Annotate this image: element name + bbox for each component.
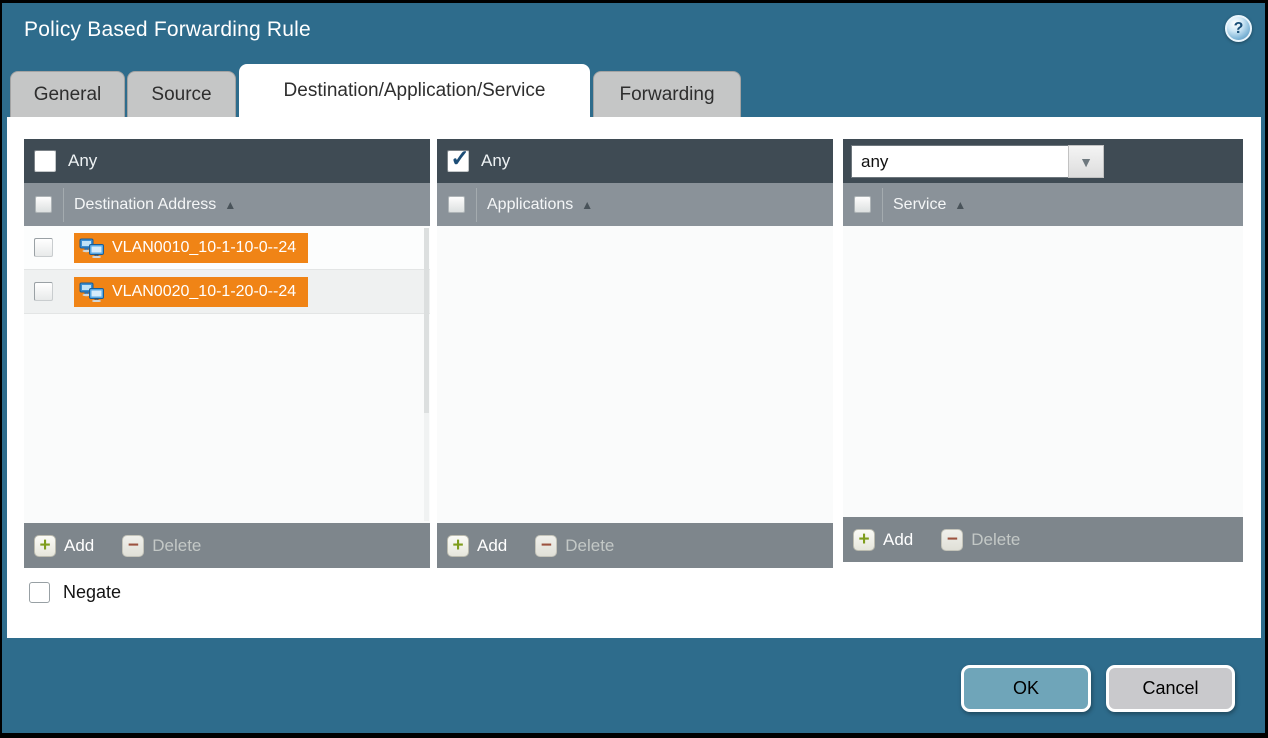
header-divider [63,188,64,222]
destination-header-label[interactable]: Destination Address [74,196,216,214]
screen: Policy Based Forwarding Rule ? General S… [0,0,1268,738]
cancel-button[interactable]: Cancel [1106,665,1235,712]
destination-footer: + Add − Delete [24,523,430,568]
service-add-button[interactable]: + Add [853,529,913,551]
pbf-rule-dialog: Policy Based Forwarding Rule ? General S… [2,3,1265,733]
service-dropdown-bar: ▼ [843,139,1243,183]
scrollbar[interactable] [424,228,429,521]
destination-list: VLAN0010_10-1-10-0--24 [24,226,430,523]
destination-delete-button[interactable]: − Delete [122,535,201,557]
plus-icon: + [853,529,875,551]
destination-any-bar: Any [24,139,430,183]
destination-column: Any Destination Address ▲ [24,139,430,568]
address-label: VLAN0020_10-1-20-0--24 [112,283,296,301]
negate-label: Negate [63,582,121,603]
sort-asc-icon[interactable]: ▲ [954,198,966,212]
applications-any-label: Any [481,151,510,171]
chevron-down-icon: ▼ [1079,154,1093,170]
tab-bar: General Source Destination/Application/S… [2,64,1265,117]
check-icon: ✓ [450,147,469,170]
content-panel: Any Destination Address ▲ [7,117,1261,638]
service-dropdown-input[interactable] [851,145,1068,178]
applications-header-label[interactable]: Applications [487,196,573,214]
applications-add-button[interactable]: + Add [447,535,507,557]
address-object-tag[interactable]: VLAN0020_10-1-20-0--24 [74,277,308,307]
header-divider [476,188,477,222]
dialog-title: Policy Based Forwarding Rule [24,18,311,42]
negate-checkbox[interactable] [29,582,50,603]
ok-button[interactable]: OK [961,665,1091,712]
header-divider [882,188,883,222]
destination-any-label: Any [68,151,97,171]
sort-asc-icon[interactable]: ▲ [224,198,236,212]
destination-select-all-checkbox[interactable] [35,196,52,213]
applications-delete-button[interactable]: − Delete [535,535,614,557]
minus-icon: − [941,529,963,551]
applications-footer: + Add − Delete [437,523,833,568]
service-column: ▼ Service ▲ + Add − [843,139,1243,562]
tab-source[interactable]: Source [127,71,236,117]
dropdown-arrow-button[interactable]: ▼ [1068,145,1104,178]
service-combo: ▼ [851,145,1104,178]
minus-icon: − [122,535,144,557]
scrollbar-thumb[interactable] [424,228,429,413]
table-row[interactable]: VLAN0020_10-1-20-0--24 [24,270,430,314]
destination-add-button[interactable]: + Add [34,535,94,557]
network-icon [79,282,105,302]
applications-select-all-checkbox[interactable] [448,196,465,213]
service-header-label[interactable]: Service [893,196,946,214]
negate-row: Negate [29,582,121,603]
service-header-row: Service ▲ [843,183,1243,226]
row-checkbox[interactable] [34,282,53,301]
applications-column: ✓ Any Applications ▲ + Add [437,139,833,568]
destination-any-checkbox[interactable] [34,150,56,172]
tab-general[interactable]: General [10,71,125,117]
applications-header-row: Applications ▲ [437,183,833,226]
address-label: VLAN0010_10-1-10-0--24 [112,239,296,257]
service-footer: + Add − Delete [843,517,1243,562]
plus-icon: + [34,535,56,557]
row-checkbox[interactable] [34,238,53,257]
address-object-tag[interactable]: VLAN0010_10-1-10-0--24 [74,233,308,263]
service-delete-button[interactable]: − Delete [941,529,1020,551]
tab-forwarding[interactable]: Forwarding [593,71,741,117]
destination-header-row: Destination Address ▲ [24,183,430,226]
help-icon[interactable]: ? [1225,15,1252,42]
sort-asc-icon[interactable]: ▲ [581,198,593,212]
service-select-all-checkbox[interactable] [854,196,871,213]
applications-any-checkbox[interactable]: ✓ [447,150,469,172]
help-glyph: ? [1234,20,1244,38]
minus-icon: − [535,535,557,557]
applications-any-bar: ✓ Any [437,139,833,183]
service-list [843,226,1243,517]
table-row[interactable]: VLAN0010_10-1-10-0--24 [24,226,430,270]
applications-list [437,226,833,523]
tab-destination-application-service[interactable]: Destination/Application/Service [239,64,590,117]
network-icon [79,238,105,258]
plus-icon: + [447,535,469,557]
